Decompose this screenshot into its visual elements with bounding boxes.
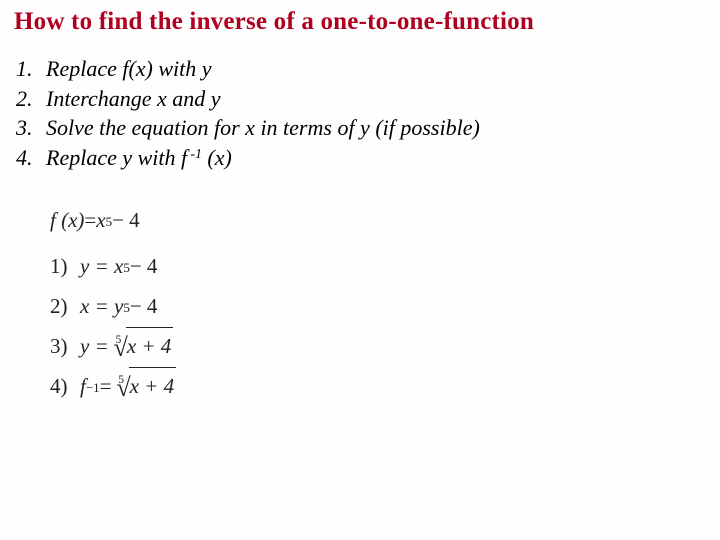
- step-number: 3.: [16, 113, 46, 143]
- example-line-3: 3) y = 5 √ x + 4: [50, 327, 706, 367]
- step-4: 4. Replace y with f -1 (x): [16, 143, 706, 173]
- example-label: 1): [50, 248, 80, 286]
- example-label: 2): [50, 288, 80, 326]
- radicand: x + 4: [126, 327, 174, 366]
- step-1: 1. Replace f(x) with y: [16, 54, 706, 84]
- example-label: 3): [50, 328, 80, 366]
- e2-tail: − 4: [130, 288, 158, 326]
- given-rhs-base: x: [96, 202, 105, 240]
- step4-post: (x): [202, 145, 232, 170]
- radicand: x + 4: [129, 367, 177, 406]
- step-2: 2. Interchange x and y: [16, 84, 706, 114]
- given-eq: =: [84, 202, 96, 240]
- page-title: How to find the inverse of a one-to-one-…: [14, 8, 706, 36]
- step-text: Solve the equation for x in terms of y (…: [46, 113, 480, 143]
- e4-mid: =: [100, 368, 112, 406]
- step-number: 4.: [16, 143, 46, 173]
- example-label: 4): [50, 368, 80, 406]
- worked-example: f (x) = x5 − 4 1) y = x5 − 4 2) x = y5 −…: [50, 201, 706, 407]
- given-rhs-exp: 5: [106, 210, 113, 233]
- e1-lhs: y = x: [80, 248, 123, 286]
- step-text: Interchange x and y: [46, 84, 221, 114]
- example-line-1: 1) y = x5 − 4: [50, 247, 706, 287]
- given-function: f (x) = x5 − 4: [50, 201, 706, 241]
- e4-exp: −1: [86, 376, 100, 399]
- step4-pre: Replace y with f: [46, 145, 187, 170]
- step-text: Replace y with f -1 (x): [46, 143, 232, 173]
- e1-exp: 5: [123, 256, 130, 279]
- step-3: 3. Solve the equation for x in terms of …: [16, 113, 706, 143]
- example-line-4: 4) f −1 = 5 √ x + 4: [50, 367, 706, 407]
- e3-lhs: y =: [80, 328, 109, 366]
- fifth-root: 5 √ x + 4: [112, 363, 177, 410]
- step4-exp: -1: [187, 146, 202, 161]
- step-text: Replace f(x) with y: [46, 54, 212, 84]
- e2-exp: 5: [123, 296, 130, 319]
- e2-lhs: x = y: [80, 288, 123, 326]
- given-rhs-tail: − 4: [112, 202, 140, 240]
- given-lhs: f (x): [50, 202, 84, 240]
- step-number: 1.: [16, 54, 46, 84]
- example-line-2: 2) x = y5 − 4: [50, 287, 706, 327]
- step-number: 2.: [16, 84, 46, 114]
- steps-list: 1. Replace f(x) with y 2. Interchange x …: [16, 54, 706, 173]
- e1-tail: − 4: [130, 248, 158, 286]
